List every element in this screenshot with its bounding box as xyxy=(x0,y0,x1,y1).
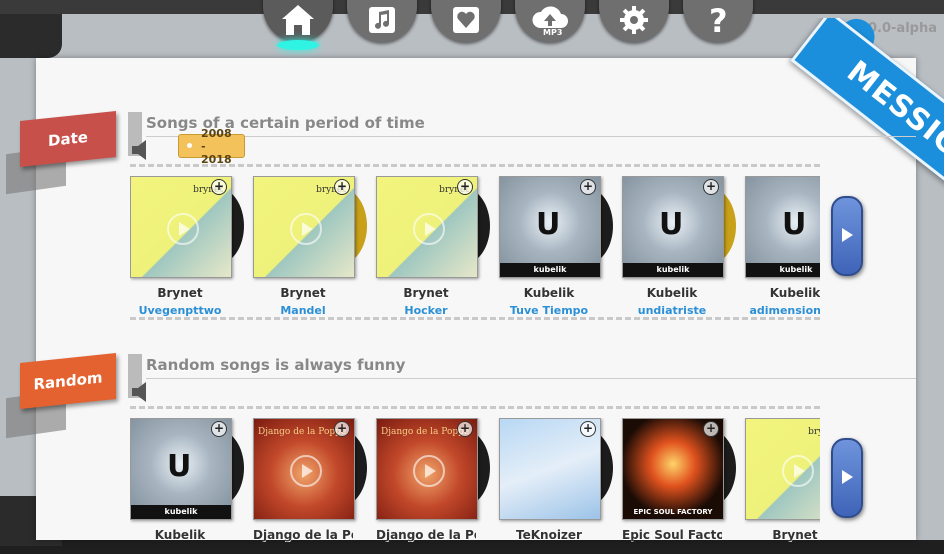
album-artist[interactable]: Kubelik xyxy=(499,286,599,300)
nav-help-button[interactable]: ? xyxy=(683,0,753,42)
album-artist[interactable]: Kubelik xyxy=(130,528,230,542)
play-icon[interactable] xyxy=(290,213,322,245)
speaker-icon[interactable] xyxy=(130,380,152,404)
play-icon[interactable] xyxy=(413,455,445,487)
section-title: Songs of a certain period of time xyxy=(146,114,425,132)
divider xyxy=(130,406,820,409)
add-icon[interactable]: + xyxy=(580,421,596,437)
album-title[interactable]: adimensional - xyxy=(745,304,820,317)
music-note-icon xyxy=(369,7,395,33)
kubelik-logo: U xyxy=(536,207,561,242)
date-album-list: brynet + Brynet Uvegenpttwo brynet + Bryne… xyxy=(130,176,820,326)
add-icon[interactable]: + xyxy=(211,179,227,195)
upload-cloud-icon: MP3 xyxy=(532,6,568,36)
add-icon[interactable]: + xyxy=(580,179,596,195)
divider xyxy=(146,136,916,137)
nav-settings-button[interactable] xyxy=(599,0,669,42)
album-artist[interactable]: Django de la Popp xyxy=(253,528,353,542)
play-icon[interactable] xyxy=(413,213,445,245)
album-cover[interactable]: Ukubelik+ xyxy=(499,176,601,278)
album-title[interactable]: Hocker xyxy=(376,304,476,317)
album-artist[interactable]: Brynet xyxy=(376,286,476,300)
svg-text:?: ? xyxy=(709,4,728,36)
nav-favorites-button[interactable] xyxy=(431,0,501,42)
nav-home-button[interactable] xyxy=(263,0,333,50)
album-cover[interactable]: Ukubelik+ xyxy=(130,418,232,520)
next-arrow-button[interactable] xyxy=(831,196,863,276)
corner-tab xyxy=(0,14,62,58)
album-artist[interactable]: Kubelik xyxy=(622,286,722,300)
add-icon[interactable]: + xyxy=(457,179,473,195)
album-cover[interactable]: brynet + xyxy=(376,176,478,278)
gear-icon xyxy=(620,6,648,34)
divider xyxy=(146,378,916,379)
kubelik-logo: U xyxy=(659,207,684,242)
album-cover[interactable]: Django de la Poppe + xyxy=(376,418,478,520)
album-cover[interactable]: Django de la Poppe + xyxy=(253,418,355,520)
bottom-bar xyxy=(0,540,944,554)
nav-upload-button[interactable]: MP3 xyxy=(515,0,585,42)
play-icon[interactable] xyxy=(782,455,814,487)
album-artist[interactable]: Brynet xyxy=(130,286,230,300)
album-title[interactable]: Tuve Tiempo xyxy=(499,304,599,317)
add-icon[interactable]: + xyxy=(211,421,227,437)
random-album-list: Ukubelik + Kubelik Django de la Poppe + Dj… xyxy=(130,418,820,542)
next-arrow-button[interactable] xyxy=(831,438,863,518)
heart-icon xyxy=(453,7,479,33)
main-nav: MP3 ? xyxy=(263,0,753,50)
active-indicator xyxy=(277,40,319,50)
album-artist[interactable]: TeKnoizer xyxy=(499,528,599,542)
album-cover[interactable]: EPIC SOUL FACTORY + xyxy=(622,418,724,520)
divider xyxy=(130,317,820,320)
album-cover[interactable]: brynet + xyxy=(130,176,232,278)
nav-music-button[interactable] xyxy=(347,0,417,42)
album-cover[interactable]: brynet xyxy=(745,418,820,520)
add-icon[interactable]: + xyxy=(334,179,350,195)
upload-label: MP3 xyxy=(543,28,562,36)
add-icon[interactable]: + xyxy=(457,421,473,437)
kubelik-logo: U xyxy=(782,207,807,242)
play-icon[interactable] xyxy=(167,213,199,245)
question-icon: ? xyxy=(709,4,728,36)
album-artist[interactable]: Django de la Popp xyxy=(376,528,476,542)
divider xyxy=(130,164,820,167)
speaker-icon[interactable] xyxy=(130,138,152,162)
add-icon[interactable]: + xyxy=(334,421,350,437)
album-cover[interactable]: Ukubelik+ xyxy=(745,176,820,278)
section-title: Random songs is always funny xyxy=(146,356,406,374)
album-artist[interactable]: Kubelik xyxy=(745,286,820,300)
album-artist[interactable]: Brynet xyxy=(253,286,353,300)
add-icon[interactable]: + xyxy=(703,179,719,195)
album-cover[interactable]: brynet + xyxy=(253,176,355,278)
album-cover[interactable]: Ukubelik+ xyxy=(622,176,724,278)
album-cover[interactable]: + xyxy=(499,418,601,520)
home-icon xyxy=(282,5,314,35)
album-title[interactable]: Mandel xyxy=(253,304,353,317)
period-tag[interactable]: 2008 - 2018 xyxy=(178,127,245,166)
album-artist[interactable]: Epic Soul Factory xyxy=(622,528,722,542)
kubelik-logo: U xyxy=(167,449,192,484)
add-icon[interactable]: + xyxy=(703,421,719,437)
album-title[interactable]: Uvegenpttwo xyxy=(130,304,230,317)
play-icon[interactable] xyxy=(290,455,322,487)
album-title[interactable]: undiatriste xyxy=(622,304,722,317)
album-artist[interactable]: Brynet xyxy=(745,528,820,542)
